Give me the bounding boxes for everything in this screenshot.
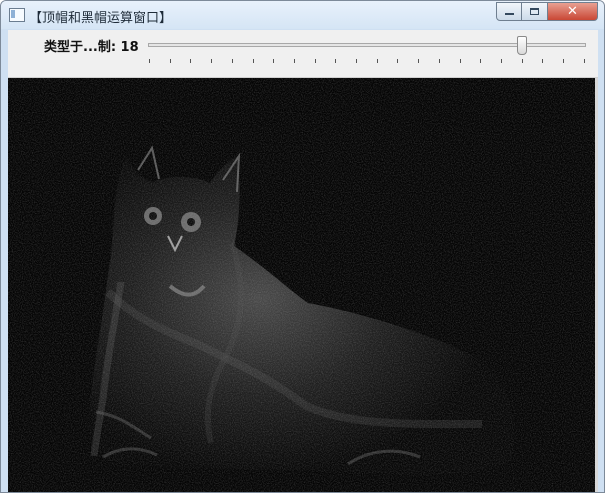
trackbar-tick <box>149 59 150 63</box>
trackbar-tick <box>231 59 233 63</box>
opencv-window: 【顶帽和黑帽运算窗口】 ✕ 类型于...制: 18 <box>0 0 605 493</box>
window-client-area: 类型于...制: 18 <box>8 30 598 492</box>
minimize-icon <box>505 13 514 15</box>
trackbar-tick <box>335 59 337 63</box>
close-button[interactable]: ✕ <box>547 2 598 21</box>
minimize-button[interactable] <box>496 2 522 21</box>
trackbar-tick <box>397 59 399 63</box>
trackbar-tick <box>583 59 585 63</box>
trackbar-tick <box>418 59 420 63</box>
trackbar-tick <box>376 59 378 63</box>
window-title: 【顶帽和黑帽运算窗口】 <box>29 11 173 26</box>
trackbar-tick <box>356 59 357 63</box>
maximize-button[interactable] <box>521 2 548 21</box>
trackbar-thumb[interactable] <box>517 36 527 55</box>
trackbar-tick <box>252 59 254 63</box>
trackbar-tick <box>190 59 192 63</box>
trackbar-tick <box>211 59 213 63</box>
cat-image <box>8 78 598 492</box>
trackbar-tick <box>459 59 461 63</box>
title-bar[interactable]: 【顶帽和黑帽运算窗口】 ✕ <box>1 1 604 29</box>
trackbar-tick <box>480 59 482 63</box>
trackbar-tick <box>521 59 523 63</box>
trackbar-label: 类型于...制: 18 <box>44 40 139 55</box>
trackbar-tick <box>500 59 502 63</box>
trackbar-panel: 类型于...制: 18 <box>8 30 598 78</box>
trackbar-tick <box>563 59 564 63</box>
trackbar-tick <box>542 59 544 63</box>
trackbar-tick <box>438 59 440 63</box>
trackbar-tick <box>293 59 295 63</box>
trackbar-tick <box>314 59 316 63</box>
trackbar-tick <box>273 59 275 63</box>
image-display[interactable] <box>8 78 598 492</box>
vertical-scrollbar[interactable] <box>595 78 598 492</box>
trackbar-tick <box>169 59 171 63</box>
window-app-icon <box>9 8 25 22</box>
maximize-icon <box>530 8 539 15</box>
